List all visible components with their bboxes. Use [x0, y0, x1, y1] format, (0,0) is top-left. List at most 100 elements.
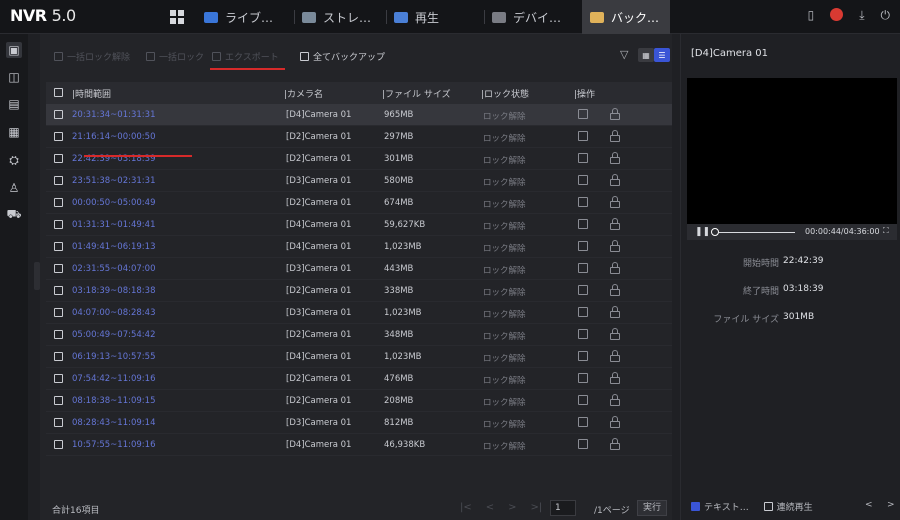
time-range-link[interactable]: 05:00:49~07:54:42 [72, 330, 155, 340]
table-row[interactable]: 04:07:00~08:28:43 [D3]Camera 01 1,023MB ロック… [46, 302, 672, 324]
row-checkbox[interactable] [54, 330, 63, 339]
row-checkbox[interactable] [54, 286, 63, 295]
row-checkbox[interactable] [54, 110, 63, 119]
text-checkbox[interactable]: テキスト… [691, 502, 749, 513]
tab-device[interactable]: デバイ… [484, 0, 580, 34]
lock-icon[interactable] [610, 196, 620, 208]
export-icon[interactable] [578, 197, 588, 207]
download-icon[interactable]: ⤓ [859, 8, 864, 23]
bulk-lock-button[interactable]: 一括ロック [146, 50, 204, 63]
export-icon[interactable] [578, 241, 588, 251]
lock-icon[interactable] [610, 218, 620, 230]
table-row[interactable]: 10:57:55~11:09:16 [D4]Camera 01 46,938KB ロッ… [46, 434, 672, 456]
export-icon[interactable] [578, 395, 588, 405]
alarm-notification-icon[interactable] [830, 8, 844, 21]
row-checkbox[interactable] [54, 132, 63, 141]
lock-icon[interactable] [610, 328, 620, 340]
export-icon[interactable] [578, 373, 588, 383]
bulk-unlock-button[interactable]: 一括ロック解除 [54, 50, 130, 63]
table-row[interactable]: 01:31:31~01:49:41 [D4]Camera 01 59,627KB ロッ… [46, 214, 672, 236]
list-view-button[interactable]: ☰ [654, 48, 670, 62]
col-camera-name[interactable]: |カメラ名 [284, 87, 323, 100]
row-checkbox[interactable] [54, 418, 63, 427]
time-range-link[interactable]: 00:00:50~05:00:49 [72, 198, 155, 208]
prev-page-icon[interactable]: < [486, 502, 494, 513]
time-range-link[interactable]: 08:28:43~11:09:14 [72, 418, 155, 428]
sidebar-item-face-icon[interactable]: ⛭ [6, 152, 22, 168]
export-icon[interactable] [578, 329, 588, 339]
table-row[interactable]: 02:31:55~04:07:00 [D3]Camera 01 443MB ロック解除 [46, 258, 672, 280]
export-icon[interactable] [578, 307, 588, 317]
grid-view-button[interactable]: ▦ [638, 48, 654, 62]
lock-icon[interactable] [610, 416, 620, 428]
last-page-icon[interactable]: >| [531, 502, 543, 513]
export-icon[interactable] [578, 417, 588, 427]
time-range-link[interactable]: 04:07:00~08:28:43 [72, 308, 155, 318]
table-row[interactable]: 00:00:50~05:00:49 [D2]Camera 01 674MB ロック解除 [46, 192, 672, 214]
tab-live-view[interactable]: ライブ… [196, 0, 294, 34]
lock-icon[interactable] [610, 372, 620, 384]
lock-icon[interactable] [610, 438, 620, 450]
row-checkbox[interactable] [54, 220, 63, 229]
export-icon[interactable] [578, 131, 588, 141]
time-range-link[interactable]: 10:57:55~11:09:16 [72, 440, 155, 450]
row-checkbox[interactable] [54, 176, 63, 185]
lock-icon[interactable] [610, 108, 620, 120]
main-menu-grid-icon[interactable] [170, 10, 184, 24]
export-icon[interactable] [578, 219, 588, 229]
row-checkbox[interactable] [54, 264, 63, 273]
export-icon[interactable] [578, 351, 588, 361]
export-icon[interactable] [578, 285, 588, 295]
time-range-link[interactable]: 01:31:31~01:49:41 [72, 220, 155, 230]
time-range-link[interactable]: 02:31:55~04:07:00 [72, 264, 155, 274]
first-page-icon[interactable]: |< [460, 502, 472, 513]
table-row[interactable]: 07:54:42~11:09:16 [D2]Camera 01 476MB ロック解除 [46, 368, 672, 390]
export-icon[interactable] [578, 153, 588, 163]
tab-backup[interactable]: バック… [582, 0, 670, 34]
table-row[interactable]: 03:18:39~08:18:38 [D2]Camera 01 338MB ロック解除 [46, 280, 672, 302]
row-checkbox[interactable] [54, 242, 63, 251]
prev-item-icon[interactable]: < [865, 500, 873, 510]
video-preview[interactable] [687, 78, 897, 224]
row-checkbox[interactable] [54, 198, 63, 207]
sidebar-item-snapshot-icon[interactable]: ◫ [6, 69, 22, 85]
pause-icon[interactable]: ❚❚ [695, 227, 710, 237]
fullscreen-icon[interactable]: ⛶ [883, 226, 889, 236]
sidebar-item-document-icon[interactable]: ▤ [6, 96, 22, 112]
row-checkbox[interactable] [54, 308, 63, 317]
sidebar-item-person-icon[interactable]: ♙ [6, 180, 22, 196]
sidebar-item-video-icon[interactable]: ▣ [6, 42, 22, 58]
select-all-checkbox[interactable] [54, 88, 63, 97]
col-time-range[interactable]: |時間範囲 [72, 87, 111, 100]
lock-icon[interactable] [610, 152, 620, 164]
table-row[interactable]: 05:00:49~07:54:42 [D2]Camera 01 348MB ロック解除 [46, 324, 672, 346]
export-button[interactable]: エクスポート [212, 50, 279, 63]
lock-icon[interactable] [610, 240, 620, 252]
row-checkbox[interactable] [54, 154, 63, 163]
row-checkbox[interactable] [54, 374, 63, 383]
filter-icon[interactable]: ▽ [620, 48, 628, 61]
power-icon[interactable]: ⏻ [881, 8, 891, 23]
continuous-play-checkbox[interactable]: 連続再生 [763, 502, 813, 513]
lock-icon[interactable] [610, 262, 620, 274]
table-row[interactable]: 22:42:39~03:18:39 [D2]Camera 01 301MB ロック解除 [46, 148, 672, 170]
export-icon[interactable] [578, 439, 588, 449]
time-range-link[interactable]: 21:16:14~00:00:50 [72, 132, 155, 142]
table-row[interactable]: 06:19:13~10:57:55 [D4]Camera 01 1,023MB ロック… [46, 346, 672, 368]
col-file-size[interactable]: |ファイル サイズ [382, 87, 451, 100]
go-page-button[interactable]: 実行 [637, 500, 667, 516]
lock-icon[interactable] [610, 174, 620, 186]
time-range-link[interactable]: 08:18:38~11:09:15 [72, 396, 155, 406]
export-icon[interactable] [578, 263, 588, 273]
table-row[interactable]: 08:28:43~11:09:14 [D3]Camera 01 812MB ロック解除 [46, 412, 672, 434]
table-row[interactable]: 20:31:34~01:31:31 [D4]Camera 01 965MB ロック解除 [46, 104, 672, 126]
row-checkbox[interactable] [54, 396, 63, 405]
sidebar-item-vehicle-icon[interactable]: ⛟ [6, 207, 22, 223]
time-range-link[interactable]: 06:19:13~10:57:55 [72, 352, 155, 362]
progress-bar[interactable] [719, 232, 795, 233]
lock-icon[interactable] [610, 130, 620, 142]
time-range-link[interactable]: 01:49:41~06:19:13 [72, 242, 155, 252]
table-row[interactable]: 01:49:41~06:19:13 [D4]Camera 01 1,023MB ロック… [46, 236, 672, 258]
table-row[interactable]: 21:16:14~00:00:50 [D2]Camera 01 297MB ロック解除 [46, 126, 672, 148]
lock-icon[interactable] [610, 306, 620, 318]
